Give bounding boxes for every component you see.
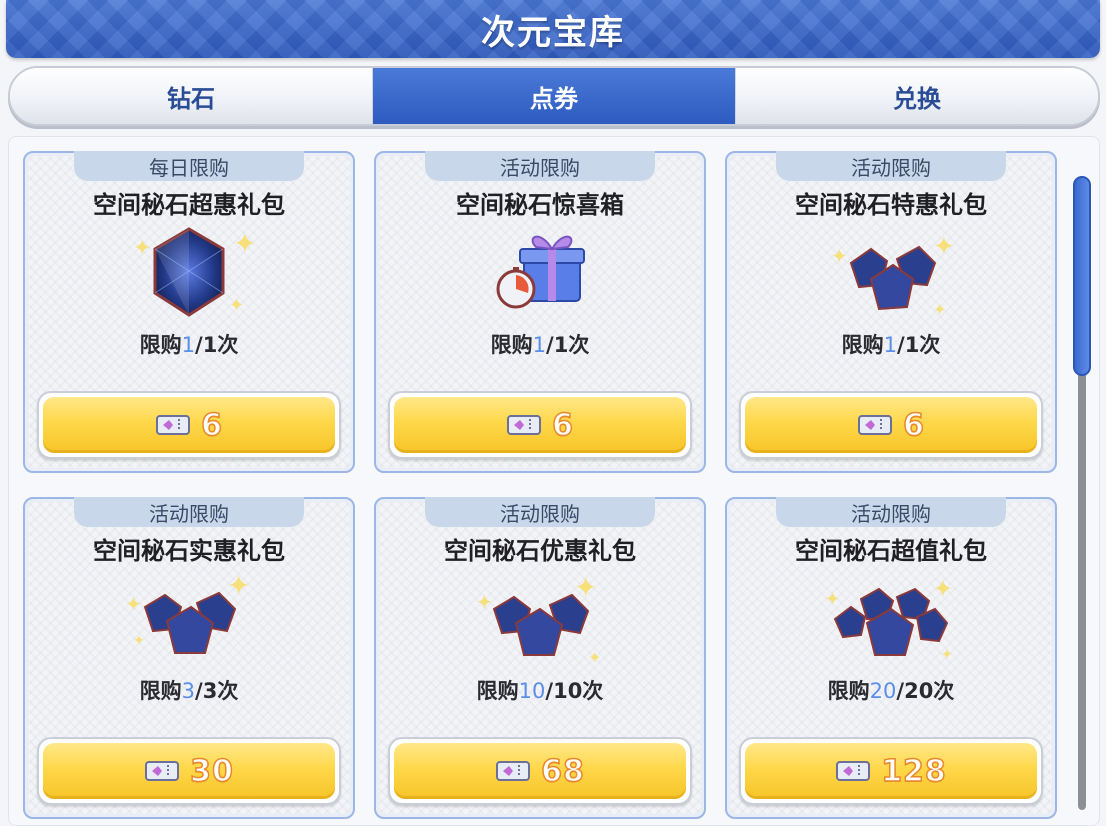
purchase-tag: 活动限购 [776, 151, 1006, 181]
item-title: 空间秘石实惠礼包 [93, 537, 285, 565]
purchase-tag: 活动限购 [425, 497, 655, 527]
ticket-icon [507, 415, 542, 435]
buy-button[interactable]: 30 [37, 737, 341, 805]
purchase-tag: 每日限购 [74, 151, 304, 181]
purchase-limit: 限购1/1次 [841, 333, 941, 357]
svg-text:✦: ✦ [933, 300, 946, 319]
purchase-limit: 限购3/3次 [139, 679, 239, 703]
svg-text:✦: ✦ [227, 569, 250, 602]
purchase-tag: 活动限购 [74, 497, 304, 527]
gift-box-icon [496, 235, 585, 309]
svg-text:✦: ✦ [933, 232, 955, 262]
shop-card: 活动限购 空间秘石超值礼包 ✦ ✦ ✦ 限购20/20次 128 [725, 497, 1057, 819]
buy-button[interactable]: 68 [388, 737, 692, 805]
price: 68 [540, 753, 585, 790]
item-title: 空间秘石惊喜箱 [456, 191, 624, 219]
buy-button[interactable]: 6 [388, 391, 692, 459]
shop-card: 活动限购 空间秘石特惠礼包 ✦ ✦ ✦ 限购1/1次 6 [725, 151, 1057, 473]
svg-text:✦: ✦ [933, 575, 953, 603]
svg-text:✦: ✦ [825, 589, 840, 610]
page-title: 次元宝库 [481, 12, 625, 53]
header-bar: 次元宝库 [6, 0, 1100, 58]
buy-button[interactable]: 6 [37, 391, 341, 459]
gem-cluster-icon: ✦ ✦ ✦ [476, 571, 601, 667]
gem-cluster-icon: ✦ ✦ ✦ [831, 232, 955, 319]
shop-card: 活动限购 空间秘石优惠礼包 ✦ ✦ ✦ 限购10/10次 68 [374, 497, 706, 819]
svg-text:✦: ✦ [233, 227, 256, 260]
shop-card: 活动限购 空间秘石惊喜箱 限购1/1次 6 [374, 151, 706, 473]
tab-diamond[interactable]: 钻石 [10, 68, 372, 124]
ticket-icon [496, 761, 531, 781]
single-gem-icon: ✦ ✦ ✦ [133, 227, 256, 317]
shop-card: 每日限购 空间秘石超惠礼包 ✦ ✦ ✦ 限购1/1次 6 [23, 151, 355, 473]
svg-text:✦: ✦ [133, 236, 151, 261]
shop-content: 每日限购 空间秘石超惠礼包 ✦ ✦ ✦ 限购1/1次 6 活动限购 空间秘石惊喜… [8, 136, 1100, 826]
purchase-limit: 限购10/10次 [476, 679, 604, 703]
svg-text:✦: ✦ [588, 648, 601, 667]
svg-text:✦: ✦ [476, 590, 493, 614]
svg-text:✦: ✦ [125, 592, 142, 616]
purchase-tag: 活动限购 [425, 151, 655, 181]
ticket-icon [145, 761, 180, 781]
item-title: 空间秘石超惠礼包 [93, 191, 285, 219]
price: 6 [200, 407, 223, 444]
ticket-icon [156, 415, 191, 435]
price: 128 [880, 753, 947, 790]
gem-cluster-icon: ✦ ✦ ✦ [125, 569, 250, 654]
purchase-tag: 活动限购 [776, 497, 1006, 527]
purchase-limit: 限购1/1次 [139, 333, 239, 357]
ticket-icon [836, 761, 871, 781]
item-title: 空间秘石超值礼包 [795, 537, 987, 565]
gem-pile-icon: ✦ ✦ ✦ [825, 575, 953, 663]
shop-card: 活动限购 空间秘石实惠礼包 ✦ ✦ ✦ 限购3/3次 30 [23, 497, 355, 819]
ticket-icon [858, 415, 893, 435]
svg-text:✦: ✦ [574, 571, 597, 604]
tab-exchange[interactable]: 兑换 [735, 68, 1098, 124]
price: 30 [189, 753, 234, 790]
tab-coupon[interactable]: 点券 [372, 68, 735, 124]
purchase-limit: 限购20/20次 [827, 679, 955, 703]
purchase-limit: 限购1/1次 [490, 333, 590, 357]
svg-text:✦: ✦ [229, 295, 244, 316]
buy-button[interactable]: 6 [739, 391, 1043, 459]
svg-text:✦: ✦ [941, 647, 953, 663]
item-title: 空间秘石特惠礼包 [795, 191, 987, 219]
price: 6 [551, 407, 574, 444]
price: 6 [902, 407, 925, 444]
svg-text:✦: ✦ [831, 244, 848, 268]
svg-text:✦: ✦ [133, 633, 145, 649]
scrollbar-thumb[interactable] [1073, 176, 1091, 376]
buy-button[interactable]: 128 [739, 737, 1043, 805]
item-title: 空间秘石优惠礼包 [444, 537, 636, 565]
tab-bar: 钻石 点券 兑换 [8, 66, 1100, 126]
